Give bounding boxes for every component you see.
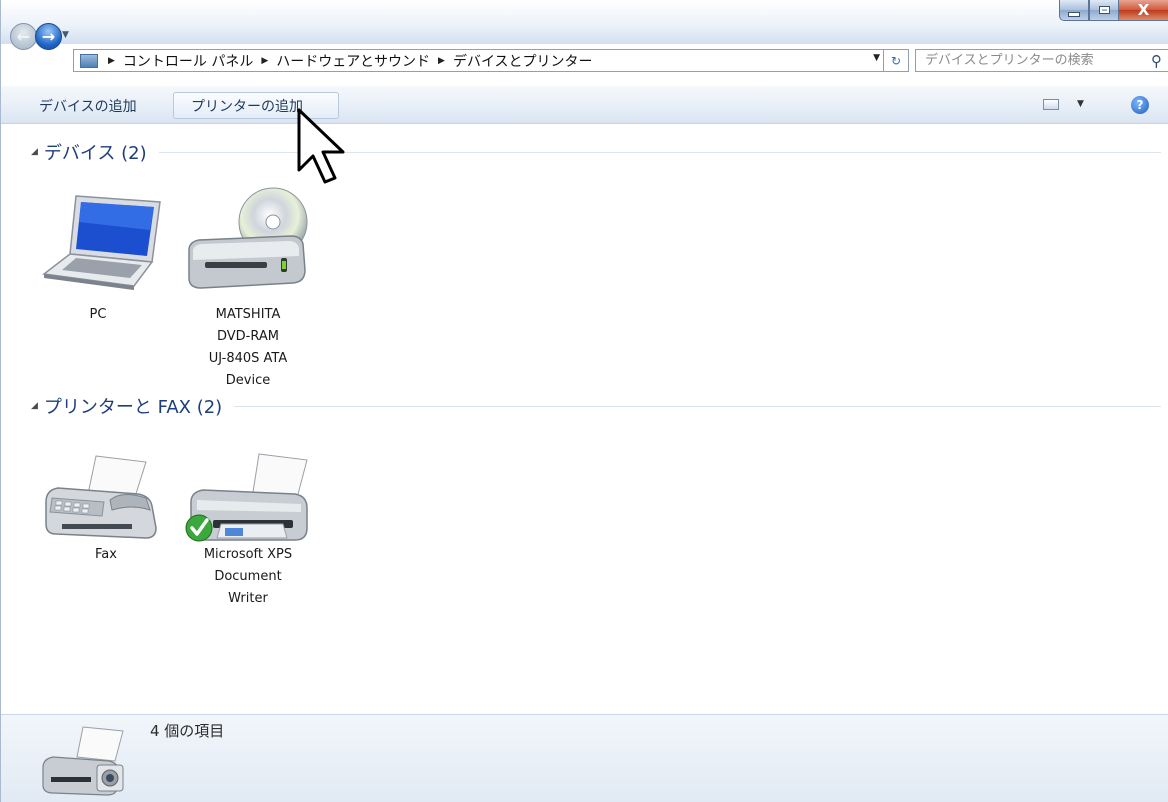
details-pane: 4 個の項目 — [1, 714, 1168, 802]
group-header-devices[interactable]: ◢ デバイス (2) — [31, 140, 1161, 164]
item-label-line: DVD-RAM — [217, 329, 279, 344]
group-title: プリンターと FAX (2) — [43, 397, 223, 418]
caption-buttons: X — [1059, 0, 1168, 22]
group-title: デバイス (2) — [43, 143, 147, 164]
item-label-line: Document — [214, 569, 282, 584]
mouse-pointer-icon — [297, 108, 345, 184]
search-icon[interactable]: ⚲ — [1151, 52, 1162, 70]
help-icon[interactable]: ? — [1131, 96, 1149, 114]
item-label-line: Microsoft XPS — [203, 547, 293, 562]
maximize-button[interactable] — [1089, 0, 1119, 21]
item-label: Microsoft XPS Document Writer — [183, 544, 313, 610]
refresh-icon[interactable]: ↻ — [883, 50, 908, 71]
add-device-button[interactable]: デバイスの追加 — [29, 92, 147, 119]
breadcrumb-separator-icon[interactable]: ▶ — [434, 56, 449, 66]
item-label-line: Device — [225, 373, 271, 388]
command-bar: デバイスの追加 プリンターの追加 ▼ ? — [1, 86, 1168, 124]
minimize-icon — [1068, 11, 1080, 17]
close-icon: X — [1137, 1, 1150, 19]
item-label: MATSHITA DVD-RAM UJ-840S ATA Device — [183, 304, 313, 392]
items-view: ◢ デバイス (2) PC MATSHITA DVD-RAM UJ-840S A… — [1, 124, 1168, 714]
fax-icon — [45, 455, 157, 539]
devices-and-printers-window: X ← → ▼ ▶ コントロール パネル ▶ ハードウェアとサウンド ▶ デバイ… — [0, 0, 1168, 802]
minimize-button[interactable] — [1059, 0, 1089, 21]
item-label-line: UJ-840S ATA — [208, 351, 288, 366]
item-count-text: 4 個の項目 — [150, 722, 225, 740]
breadcrumb-devices-and-printers[interactable]: デバイスとプリンター — [449, 51, 597, 71]
control-panel-icon — [80, 53, 98, 68]
device-item-dvd-drive[interactable]: MATSHITA DVD-RAM UJ-840S ATA Device — [183, 186, 313, 392]
breadcrumb-hardware-and-sound[interactable]: ハードウェアとサウンド — [272, 51, 434, 71]
printer-icon — [185, 453, 308, 542]
maximize-icon — [1098, 6, 1110, 14]
collapse-triangle-icon[interactable]: ◢ — [31, 401, 38, 411]
change-view-icon[interactable] — [1043, 99, 1059, 110]
recent-pages-dropdown[interactable]: ▼ — [62, 30, 69, 40]
item-label: PC — [89, 307, 107, 322]
address-bar[interactable]: ▶ コントロール パネル ▶ ハードウェアとサウンド ▶ デバイスとプリンター … — [73, 49, 909, 72]
forward-arrow-icon: → — [41, 27, 56, 46]
item-label-line: Writer — [228, 591, 268, 606]
group-header-printers-and-fax[interactable]: ◢ プリンターと FAX (2) — [31, 394, 1161, 418]
search-input[interactable] — [923, 52, 1137, 69]
close-button[interactable]: X — [1119, 0, 1168, 21]
breadcrumb-separator-icon[interactable]: ▶ — [104, 56, 119, 66]
group-divider — [234, 405, 1161, 407]
printer-item-fax[interactable]: Fax — [41, 450, 171, 566]
title-bar: X — [1, 0, 1168, 44]
back-arrow-icon: ← — [16, 27, 31, 46]
back-button[interactable]: ← — [10, 23, 37, 50]
view-options-dropdown-icon[interactable]: ▼ — [1077, 99, 1084, 109]
address-dropdown-icon[interactable]: ▼ — [873, 53, 880, 63]
device-item-pc[interactable]: PC — [33, 186, 163, 326]
printer-item-microsoft-xps-document-writer[interactable]: Microsoft XPS Document Writer — [183, 450, 313, 610]
devices-and-printers-icon — [42, 726, 124, 796]
item-label-line: MATSHITA — [215, 307, 281, 322]
forward-button[interactable]: → — [35, 23, 62, 50]
breadcrumb-separator-icon[interactable]: ▶ — [257, 56, 272, 66]
collapse-triangle-icon[interactable]: ◢ — [31, 147, 38, 157]
search-box[interactable]: ⚲ — [915, 49, 1168, 72]
dvd-drive-icon — [188, 187, 308, 289]
item-label: Fax — [95, 547, 117, 562]
laptop-icon — [42, 195, 161, 290]
breadcrumb-control-panel[interactable]: コントロール パネル — [119, 51, 257, 71]
